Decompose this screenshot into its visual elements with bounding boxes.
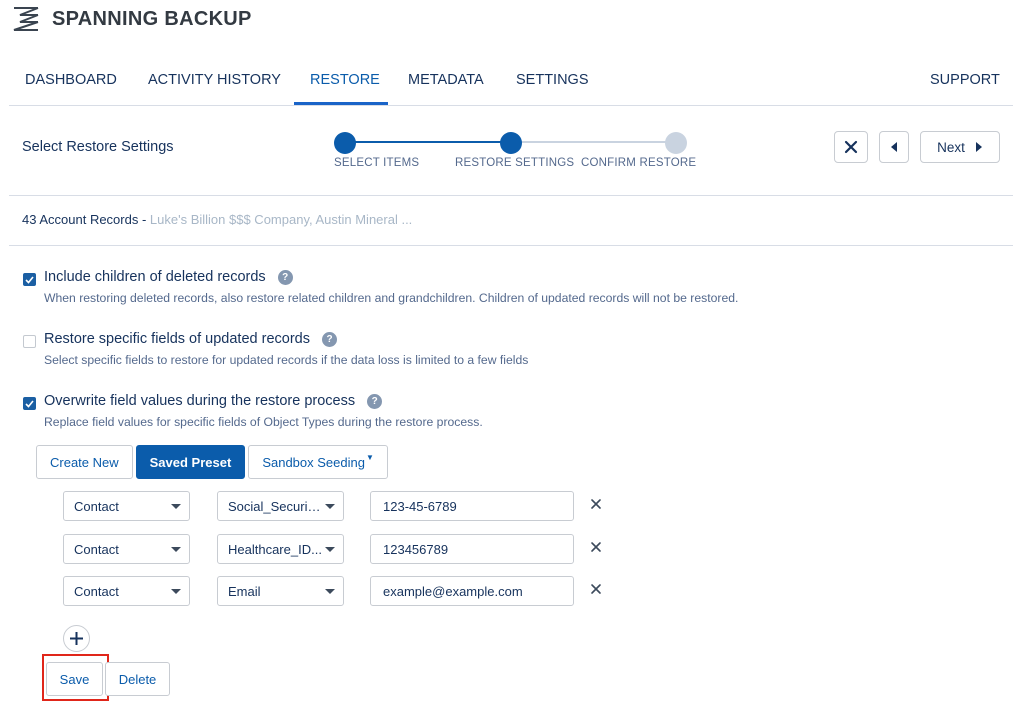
- include-children-title: Include children of deleted records: [44, 269, 266, 285]
- value-input[interactable]: [370, 534, 574, 564]
- app-title: SPANNING BACKUP: [52, 7, 252, 30]
- caret-left-icon: [891, 142, 897, 152]
- save-button[interactable]: Save: [46, 662, 103, 696]
- tab-saved-preset[interactable]: Saved Preset: [135, 445, 246, 479]
- chevron-down-icon: [325, 547, 335, 552]
- chevron-down-icon: [171, 504, 181, 509]
- overwrite-values-desc: Replace field values for specific fields…: [44, 415, 483, 429]
- include-children-checkbox[interactable]: [23, 273, 36, 286]
- step-dot-confirm-restore: [665, 132, 687, 154]
- value-input[interactable]: [370, 491, 574, 521]
- overwrite-values-checkbox[interactable]: [23, 397, 36, 410]
- wizard-title: Select Restore Settings: [22, 139, 174, 155]
- help-icon[interactable]: ?: [322, 332, 338, 347]
- back-button[interactable]: [879, 131, 909, 163]
- wizard-bar: Select Restore Settings SELECT ITEMS RES…: [9, 106, 1013, 196]
- check-icon: [25, 399, 34, 408]
- nav-support[interactable]: SUPPORT: [930, 72, 1000, 88]
- nav-dashboard[interactable]: DASHBOARD: [25, 72, 117, 88]
- nav-activity-history[interactable]: ACTIVITY HISTORY: [148, 72, 281, 88]
- plus-icon: [70, 632, 83, 645]
- restore-specific-fields-checkbox[interactable]: [23, 335, 36, 348]
- help-icon[interactable]: ?: [367, 394, 383, 409]
- step-track-complete: [345, 141, 511, 143]
- step-label-restore-settings: RESTORE SETTINGS: [455, 157, 575, 169]
- active-tab-indicator: [294, 102, 388, 105]
- tab-create-new[interactable]: Create New: [36, 445, 133, 479]
- overwrite-values-title: Overwrite field values during the restor…: [44, 393, 356, 409]
- include-children-desc: When restoring deleted records, also res…: [44, 291, 739, 305]
- next-label: Next: [937, 139, 965, 155]
- close-button[interactable]: [834, 131, 868, 163]
- spanning-logo-icon: [13, 7, 39, 31]
- step-dot-select-items: [334, 132, 356, 154]
- app-logo: SPANNING BACKUP: [12, 6, 252, 32]
- value-input[interactable]: [370, 576, 574, 606]
- nav-settings[interactable]: SETTINGS: [516, 72, 589, 88]
- field-select[interactable]: Email: [217, 576, 344, 606]
- close-icon: [844, 140, 858, 154]
- tab-sandbox-seeding[interactable]: Sandbox Seeding ▼: [248, 445, 388, 479]
- object-select[interactable]: Contact: [63, 534, 190, 564]
- tab-sandbox-seeding-label: Sandbox Seeding: [262, 454, 365, 470]
- main-nav: DASHBOARD ACTIVITY HISTORY RESTORE METAD…: [9, 62, 1013, 106]
- restore-specific-fields-title: Restore specific fields of updated recor…: [44, 331, 310, 347]
- caret-right-icon: [975, 142, 982, 152]
- remove-row-icon[interactable]: [589, 582, 603, 596]
- delete-button[interactable]: Delete: [105, 662, 170, 696]
- chevron-down-icon: [325, 589, 335, 594]
- field-select[interactable]: Social_Security...: [217, 491, 344, 521]
- step-label-confirm-restore: CONFIRM RESTORE: [581, 157, 697, 169]
- nav-restore[interactable]: RESTORE: [310, 72, 380, 88]
- object-select[interactable]: Contact: [63, 576, 190, 606]
- restore-specific-fields-desc: Select specific fields to restore for up…: [44, 353, 529, 367]
- field-select[interactable]: Healthcare_ID...: [217, 534, 344, 564]
- add-row-button[interactable]: [63, 625, 90, 652]
- step-label-select-items: SELECT ITEMS: [334, 157, 420, 169]
- object-select[interactable]: Contact: [63, 491, 190, 521]
- records-summary: 43 Account Records - Luke's Billion $$$ …: [9, 196, 1013, 246]
- records-count-label: 43 Account Records -: [22, 212, 147, 227]
- chevron-down-icon: [325, 504, 335, 509]
- step-dot-restore-settings: [500, 132, 522, 154]
- check-icon: [25, 275, 34, 284]
- caret-down-icon: ▼: [365, 452, 374, 462]
- help-icon[interactable]: ?: [277, 270, 293, 285]
- chevron-down-icon: [171, 547, 181, 552]
- nav-metadata[interactable]: METADATA: [408, 72, 484, 88]
- remove-row-icon[interactable]: [589, 497, 603, 511]
- chevron-down-icon: [171, 589, 181, 594]
- step-track-pending: [511, 141, 676, 143]
- remove-row-icon[interactable]: [589, 540, 603, 554]
- preset-tabs: Create New Saved Preset Sandbox Seeding …: [36, 445, 391, 479]
- next-button[interactable]: Next: [920, 131, 1000, 163]
- records-names: Luke's Billion $$$ Company, Austin Miner…: [149, 212, 413, 227]
